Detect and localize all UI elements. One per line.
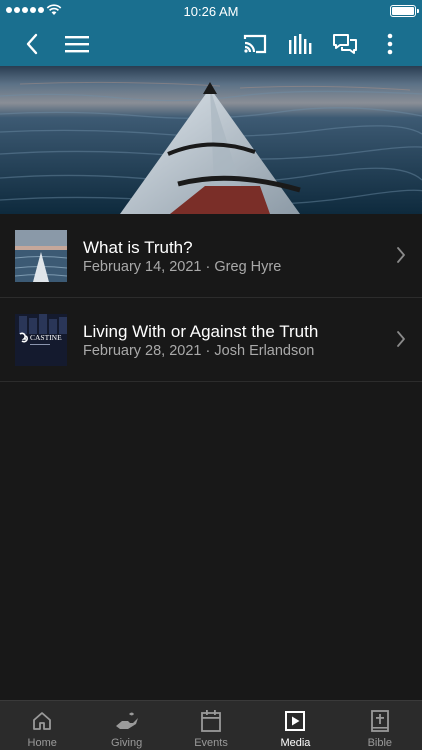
chevron-right-icon [397,331,405,347]
item-date: February 14, 2021 [83,259,202,275]
tab-label: Events [194,737,228,749]
chevron-right-icon [397,247,405,263]
tab-label: Home [27,737,57,749]
cast-icon[interactable] [241,30,269,58]
status-time: 10:26 AM [183,4,239,19]
tab-events[interactable]: Events [169,701,253,750]
battery-icon [390,5,419,17]
chevron-left-icon[interactable] [18,30,46,58]
item-meta: February 14, 2021 · Greg Hyre [83,259,281,275]
media-list: What is Truth? February 14, 2021 · Greg … [0,214,422,382]
chat-icon[interactable] [331,30,359,58]
item-title: Living With or Against the Truth [83,322,319,341]
tab-label: Giving [111,737,143,749]
bottom-tab-bar: Home Giving Events Media Bible [0,700,422,750]
kayak-thumbnail [15,230,67,282]
tab-bible[interactable]: Bible [338,701,422,750]
bible-icon [370,709,390,733]
list-item[interactable]: What is Truth? February 14, 2021 · Greg … [0,214,422,298]
item-separator: · [205,259,211,275]
top-navigation-bar [0,22,422,66]
tab-label: Bible [367,737,393,749]
item-speaker: Josh Erlandson [214,343,315,359]
tab-label: Media [280,737,311,749]
item-speaker: Greg Hyre [214,259,282,275]
tab-home[interactable]: Home [0,701,84,750]
audio-bars-icon[interactable] [286,30,314,58]
hero-image [0,66,422,214]
calendar-icon [200,709,222,733]
tab-giving[interactable]: Giving [84,701,168,750]
hamburger-menu-icon[interactable] [63,30,91,58]
giving-hand-icon [114,709,140,733]
item-separator: · [205,343,211,359]
item-title: What is Truth? [83,238,193,257]
item-meta: February 28, 2021 · Josh Erlandson [83,343,314,359]
castine-logo-text: CASTINE [30,333,62,342]
castine-logo-thumbnail: CASTINE [15,314,67,366]
tab-media[interactable]: Media [253,701,337,750]
status-bar: 10:26 AM [0,0,422,22]
list-item[interactable]: CASTINE Living With or Against the Truth… [0,298,422,382]
home-icon [31,709,53,733]
play-square-icon [284,709,306,733]
more-vertical-icon[interactable] [376,30,404,58]
item-date: February 28, 2021 [83,343,202,359]
